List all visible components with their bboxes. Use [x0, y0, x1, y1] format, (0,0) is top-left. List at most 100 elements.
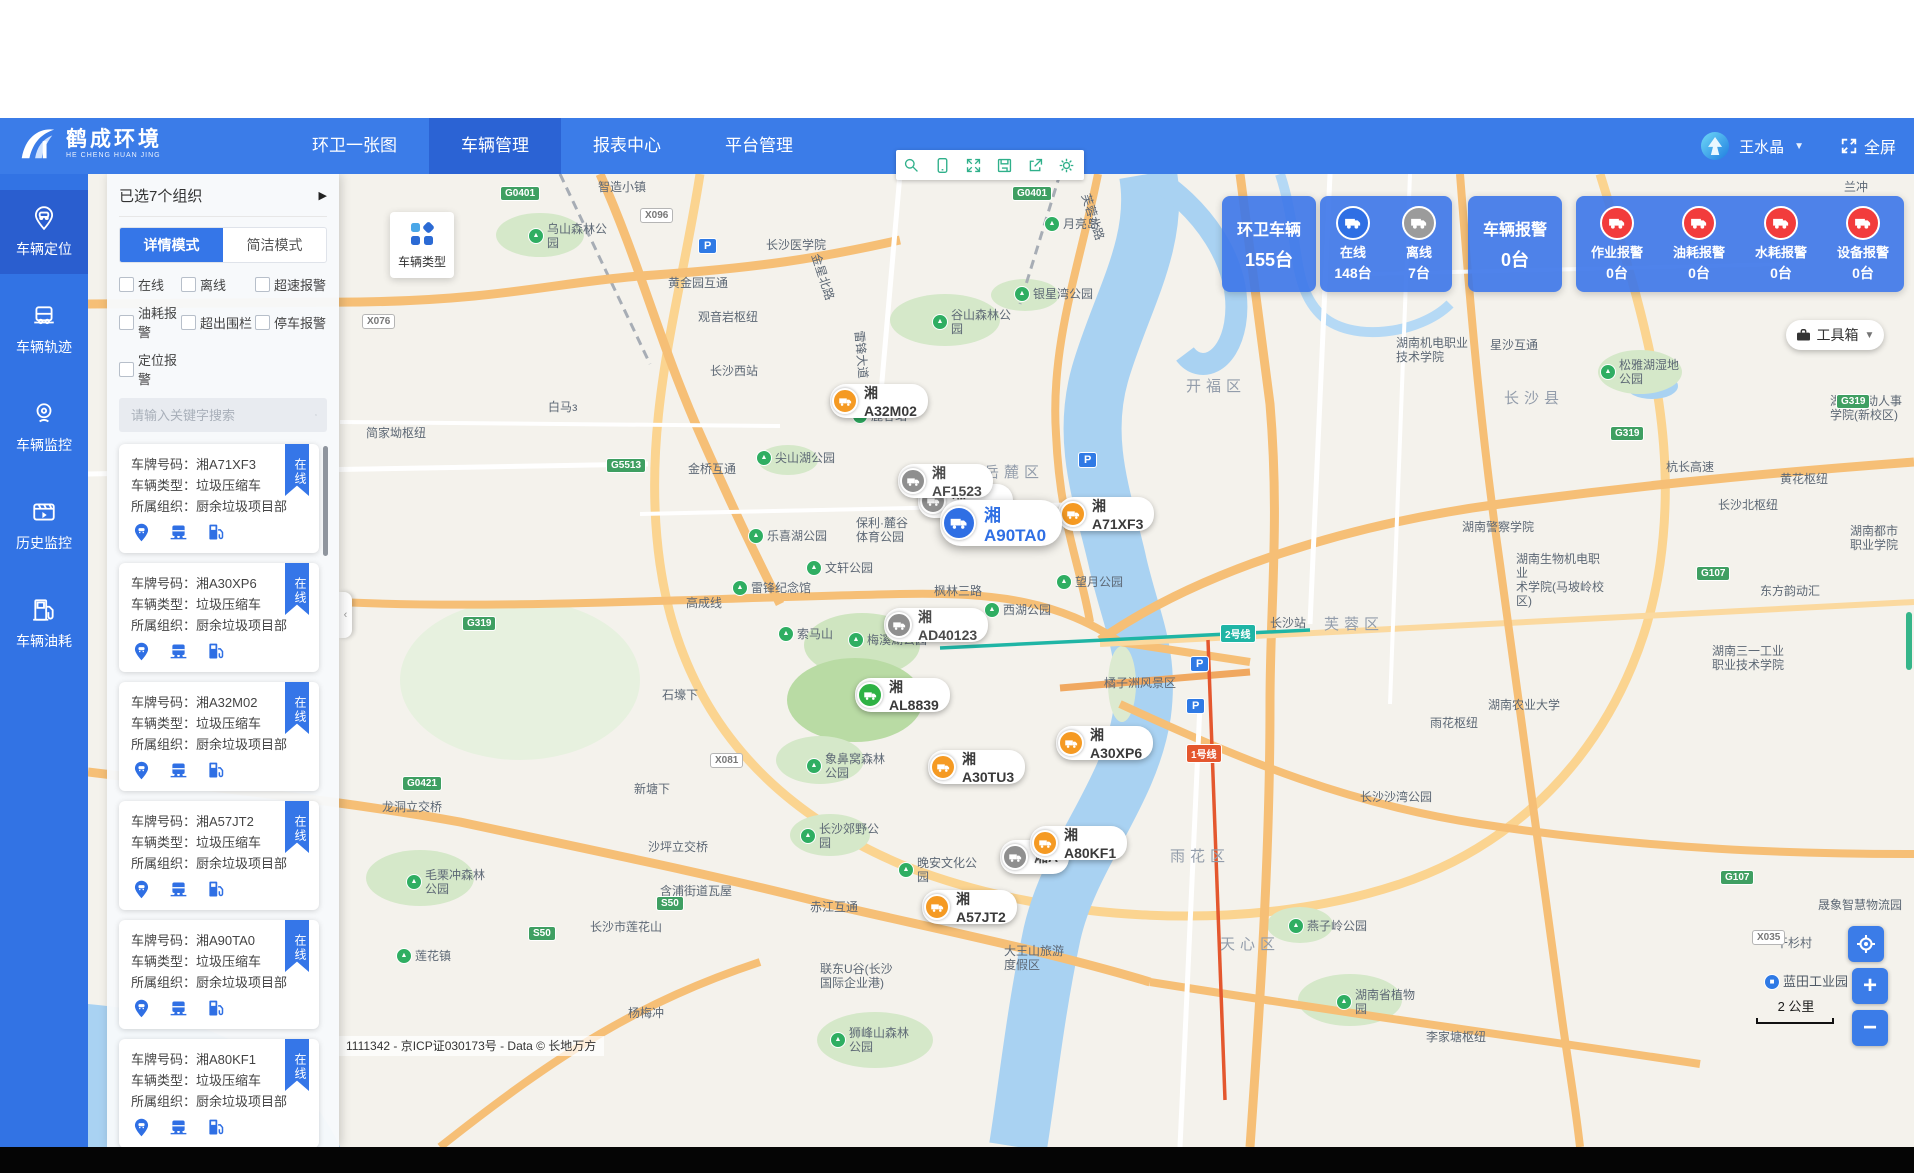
- nav-item[interactable]: 车辆管理: [429, 118, 561, 174]
- track-vehicle-icon[interactable]: [168, 522, 189, 543]
- filter-checkbox[interactable]: 在线: [119, 275, 181, 294]
- map-place-label: 长沙沙湾公园: [1360, 790, 1432, 804]
- vehicle-type-button[interactable]: 车辆类型: [390, 212, 454, 278]
- vehicle-marker[interactable]: 湘A90TA0: [940, 500, 1062, 546]
- mobile-view-icon[interactable]: [927, 150, 958, 180]
- mode-tab[interactable]: 简洁模式: [223, 228, 326, 262]
- locate-vehicle-icon[interactable]: [131, 641, 152, 662]
- fullscreen-button[interactable]: 全屏: [1840, 134, 1896, 158]
- zoom-out-button[interactable]: −: [1852, 1010, 1888, 1046]
- video-play-icon: [31, 499, 57, 525]
- sidebar-item-vehicle-fuel[interactable]: 车辆油耗: [0, 582, 88, 666]
- track-vehicle-icon[interactable]: [168, 879, 189, 900]
- mode-tab[interactable]: 详情模式: [120, 228, 223, 262]
- vehicle-card[interactable]: 车牌号码：湘A80KF1 车辆类型：垃圾压缩车 所属组织：厨余垃圾项目部: [119, 1039, 319, 1147]
- toolbox-button[interactable]: 工具箱 ▼: [1786, 320, 1884, 350]
- vehicle-plate-line: 车牌号码：湘A30XP6: [131, 573, 307, 594]
- org-selector[interactable]: 已选7个组织 ▶: [119, 174, 327, 217]
- checkbox[interactable]: [119, 362, 134, 377]
- fuel-vehicle-icon[interactable]: [205, 1117, 226, 1138]
- share-icon[interactable]: [1020, 150, 1051, 180]
- nav-item[interactable]: 平台管理: [693, 118, 825, 174]
- road-shield: P: [1190, 656, 1209, 672]
- truck-icon: [900, 468, 926, 494]
- fuel-vehicle-icon[interactable]: [205, 998, 226, 1019]
- vehicle-actions: [131, 998, 307, 1019]
- map-place-label: 湖南省植物园: [1336, 988, 1424, 1016]
- filter-label: 定位报警: [138, 350, 181, 388]
- map-place-label: 乌山森林公园: [528, 222, 616, 250]
- locate-vehicle-icon[interactable]: [131, 1117, 152, 1138]
- chevron-down-icon[interactable]: ▼: [1794, 141, 1804, 152]
- locate-button[interactable]: [1848, 926, 1884, 962]
- vehicle-card[interactable]: 车牌号码：湘A30XP6 车辆类型：垃圾压缩车 所属组织：厨余垃圾项目部: [119, 563, 319, 672]
- user-name[interactable]: 王水晶: [1739, 136, 1784, 157]
- nav-item[interactable]: 报表中心: [561, 118, 693, 174]
- fuel-vehicle-icon[interactable]: [205, 879, 226, 900]
- settings-gear-icon[interactable]: [1051, 150, 1082, 180]
- search-icon[interactable]: [315, 407, 317, 423]
- fuel-vehicle-icon[interactable]: [205, 641, 226, 662]
- locate-vehicle-icon[interactable]: [131, 760, 152, 781]
- expand-map-icon[interactable]: [958, 150, 989, 180]
- sidebar-item-vehicle-monitor[interactable]: 车辆监控: [0, 386, 88, 470]
- filter-checkbox[interactable]: 定位报警: [119, 350, 181, 388]
- user-avatar-icon[interactable]: [1701, 132, 1729, 160]
- vehicle-marker[interactable]: 湘AL8839: [855, 678, 950, 712]
- checkbox[interactable]: [255, 315, 270, 330]
- vehicle-marker[interactable]: 湘AD40123: [884, 608, 988, 642]
- track-vehicle-icon[interactable]: [168, 1117, 189, 1138]
- filter-checkbox[interactable]: 油耗报警: [119, 303, 181, 341]
- filter-checkbox[interactable]: 超速报警: [255, 275, 327, 294]
- toolbox-icon: [1796, 329, 1811, 342]
- vehicle-marker[interactable]: 湘A30TU3: [928, 750, 1025, 784]
- vehicle-marker[interactable]: 湘AF1523: [898, 464, 993, 498]
- vehicle-card[interactable]: 车牌号码：湘A90TA0 车辆类型：垃圾压缩车 所属组织：厨余垃圾项目部: [119, 920, 319, 1029]
- list-scrollbar[interactable]: [323, 446, 328, 556]
- vehicle-type-icon: [409, 221, 435, 247]
- checkbox[interactable]: [181, 277, 196, 292]
- vehicle-card[interactable]: 车牌号码：湘A57JT2 车辆类型：垃圾压缩车 所属组织：厨余垃圾项目部: [119, 801, 319, 910]
- brand-subtitle: HE CHENG HUAN JING: [66, 152, 162, 159]
- expand-arrow-icon[interactable]: ▶: [319, 189, 327, 202]
- sidebar-item-history-monitor[interactable]: 历史监控: [0, 484, 88, 568]
- track-vehicle-icon[interactable]: [168, 998, 189, 1019]
- vehicle-marker[interactable]: 湘A57JT2: [922, 890, 1017, 924]
- truck-icon: [1032, 830, 1058, 856]
- sidebar-item-vehicle-track[interactable]: 车辆轨迹: [0, 288, 88, 372]
- panel-collapse-handle[interactable]: ‹: [339, 592, 352, 638]
- locate-vehicle-icon[interactable]: [131, 998, 152, 1019]
- zoom-in-button[interactable]: +: [1852, 968, 1888, 1004]
- filter-checkbox[interactable]: 停车报警: [255, 303, 327, 341]
- vehicle-marker[interactable]: 湘A32M02: [830, 384, 928, 418]
- sidebar-item-label: 车辆监控: [16, 435, 72, 455]
- filter-checkbox[interactable]: 离线: [181, 275, 255, 294]
- vehicle-card[interactable]: 车牌号码：湘A71XF3 车辆类型：垃圾压缩车 所属组织：厨余垃圾项目部: [119, 444, 319, 553]
- nav-item[interactable]: 环卫一张图: [280, 118, 429, 174]
- map-place-label: 杭长高速: [1666, 460, 1714, 474]
- vehicle-marker[interactable]: 湘A80KF1: [1030, 826, 1127, 860]
- checkbox[interactable]: [181, 315, 196, 330]
- org-summary: 已选7个组织: [119, 185, 202, 206]
- save-icon[interactable]: [989, 150, 1020, 180]
- fuel-vehicle-icon[interactable]: [205, 522, 226, 543]
- search-input[interactable]: [129, 407, 309, 424]
- locate-vehicle-icon[interactable]: [131, 522, 152, 543]
- locate-vehicle-icon[interactable]: [131, 879, 152, 900]
- vehicle-card[interactable]: 车牌号码：湘A32M02 车辆类型：垃圾压缩车 所属组织：厨余垃圾项目部: [119, 682, 319, 791]
- checkbox[interactable]: [119, 315, 134, 330]
- road-shield: X076: [362, 314, 395, 329]
- track-vehicle-icon[interactable]: [168, 641, 189, 662]
- filter-checkbox[interactable]: 超出围栏: [181, 303, 255, 341]
- area-search-icon[interactable]: [896, 150, 927, 180]
- checkbox[interactable]: [119, 277, 134, 292]
- checkbox[interactable]: [255, 277, 270, 292]
- sidebar-item-vehicle-location[interactable]: 车辆定位: [0, 190, 88, 274]
- vehicle-marker[interactable]: 湘A30XP6: [1056, 726, 1153, 760]
- fuel-vehicle-icon[interactable]: [205, 760, 226, 781]
- track-vehicle-icon[interactable]: [168, 760, 189, 781]
- vehicle-management-app: 鹤成环境 HE CHENG HUAN JING 环卫一张图 车辆管理 报表中心 …: [0, 0, 1914, 1173]
- map-canvas[interactable]: 智造小镇 乌山森林公园 长沙医学院 月亮岛 兰冲 黄金园互通 银星湾公园 观音岩…: [88, 174, 1914, 1147]
- vehicle-marker[interactable]: 湘A71XF3: [1058, 497, 1154, 531]
- vehicle-type-line: 车辆类型：垃圾压缩车: [131, 951, 307, 972]
